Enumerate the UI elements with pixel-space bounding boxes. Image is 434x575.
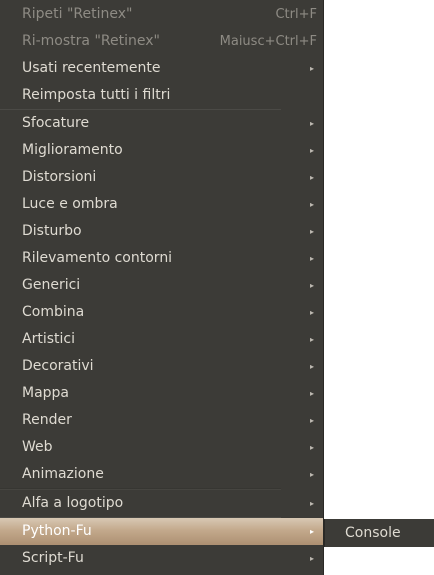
filter-category-list: Sfocature ▸ Miglioramento ▸ Distorsioni ▸ Luce… [0, 110, 323, 488]
submenu-arrow-icon: ▸ [309, 146, 314, 155]
menu-item-category[interactable]: Disturbo ▸ [0, 218, 323, 245]
menu-item-category[interactable]: Generici ▸ [0, 272, 323, 299]
menu-item-reshow-retinex: Ri-mostra "Retinex" Maiusc+Ctrl+F [0, 28, 323, 55]
menu-item-python-fu[interactable]: Python-Fu ▸ [0, 518, 323, 545]
menu-item-category[interactable]: Web ▸ [0, 434, 323, 461]
submenu-arrow-icon: ▸ [309, 470, 314, 479]
submenu-arrow-icon: ▸ [309, 200, 314, 209]
submenu-arrow-icon: ▸ [309, 227, 314, 236]
menu-item-label: Sfocature [22, 115, 90, 131]
submenu-arrow-icon: ▸ [309, 281, 314, 290]
menu-item-category[interactable]: Combina ▸ [0, 299, 323, 326]
menu-item-label: Mappa [22, 385, 70, 401]
menu-item-label: Animazione [22, 466, 104, 482]
submenu-arrow-icon: ▸ [309, 554, 314, 563]
submenu-arrow-icon: ▸ [309, 64, 314, 73]
menu-item-category[interactable]: Artistici ▸ [0, 326, 323, 353]
menu-item-category[interactable]: Sfocature ▸ [0, 110, 323, 137]
menu-item-label: Reimposta tutti i filtri [22, 87, 171, 103]
menu-item-label: Python-Fu [22, 523, 92, 539]
python-fu-submenu: Console [324, 519, 434, 547]
menu-item-console[interactable]: Console [325, 519, 434, 547]
menu-item-category[interactable]: Luce e ombra ▸ [0, 191, 323, 218]
menu-item-category[interactable]: Decorativi ▸ [0, 353, 323, 380]
menu-item-label: Console [345, 525, 401, 541]
submenu-arrow-icon: ▸ [309, 308, 314, 317]
menu-item-category[interactable]: Rilevamento contorni ▸ [0, 245, 323, 272]
menu-item-repeat-retinex: Ripeti "Retinex" Ctrl+F [0, 1, 323, 28]
menu-item-category[interactable]: Miglioramento ▸ [0, 137, 323, 164]
submenu-arrow-icon: ▸ [309, 335, 314, 344]
menu-item-label: Disturbo [22, 223, 82, 239]
submenu-arrow-icon: ▸ [309, 389, 314, 398]
menu-item-label: Artistici [22, 331, 75, 347]
submenu-arrow-icon: ▸ [309, 119, 314, 128]
menu-item-label: Render [22, 412, 72, 428]
menu-item-label: Usati recentemente [22, 60, 161, 76]
submenu-arrow-icon: ▸ [309, 443, 314, 452]
submenu-arrow-icon: ▸ [309, 499, 314, 508]
submenu-arrow-icon: ▸ [309, 254, 314, 263]
menu-item-recently-used[interactable]: Usati recentemente ▸ [0, 55, 323, 82]
shortcut-label: Maiusc+Ctrl+F [219, 34, 317, 49]
menu-item-label: Ripeti "Retinex" [22, 6, 133, 22]
menu-item-label: Luce e ombra [22, 196, 118, 212]
menu-item-label: Decorativi [22, 358, 94, 374]
submenu-arrow-icon: ▸ [309, 173, 314, 182]
menu-item-label: Miglioramento [22, 142, 123, 158]
menu-item-label: Alfa a logotipo [22, 495, 124, 511]
submenu-arrow-icon: ▸ [309, 416, 314, 425]
shortcut-label: Ctrl+F [275, 7, 317, 22]
menu-item-category[interactable]: Mappa ▸ [0, 380, 323, 407]
menu-item-label: Generici [22, 277, 81, 293]
menu-item-label: Combina [22, 304, 85, 320]
menu-item-label: Ri-mostra "Retinex" [22, 33, 160, 49]
menu-item-category[interactable]: Animazione ▸ [0, 461, 323, 488]
submenu-arrow-icon: ▸ [309, 527, 314, 536]
menu-item-reset-all-filters[interactable]: Reimposta tutti i filtri [0, 82, 323, 109]
menu-item-category[interactable]: Render ▸ [0, 407, 323, 434]
menu-item-label: Distorsioni [22, 169, 97, 185]
submenu-arrow-icon: ▸ [309, 362, 314, 371]
filters-menu: Ripeti "Retinex" Ctrl+F Ri-mostra "Retin… [0, 0, 324, 575]
menu-item-label: Script-Fu [22, 550, 84, 566]
menu-item-label: Web [22, 439, 53, 455]
menu-item-category[interactable]: Distorsioni ▸ [0, 164, 323, 191]
menu-item-label: Rilevamento contorni [22, 250, 173, 266]
menu-item-script-fu[interactable]: Script-Fu ▸ [0, 545, 323, 572]
menu-item-alpha-to-logo[interactable]: Alfa a logotipo ▸ [0, 490, 323, 517]
